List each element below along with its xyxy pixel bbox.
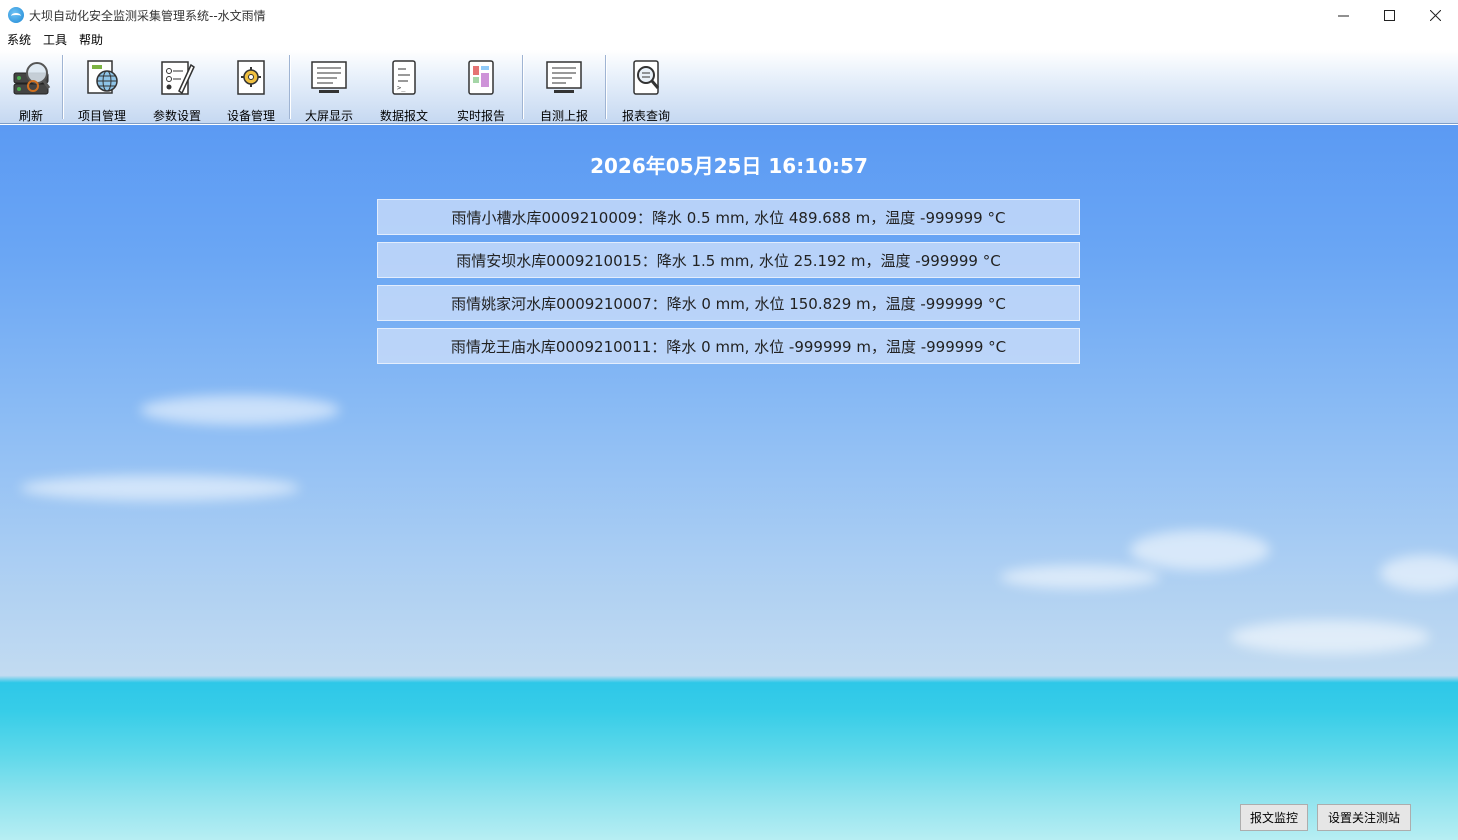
toolbar-datamsg-button[interactable]: >_ 数据报文	[368, 50, 440, 124]
svg-text:>_: >_	[397, 84, 406, 92]
toolbar-device-button[interactable]: 设备管理	[213, 50, 289, 124]
window-title: 大坝自动化安全监测采集管理系统--水文雨情	[29, 8, 266, 23]
window-controls	[1320, 0, 1458, 30]
toolbar-realtime-label: 实时报告	[456, 109, 505, 123]
monitor-icon	[307, 56, 351, 97]
title-bar: 大坝自动化安全监测采集管理系统--水文雨情	[0, 0, 1458, 30]
parameter-settings-icon	[155, 56, 199, 97]
minimize-icon	[1337, 15, 1349, 16]
maximize-button[interactable]	[1366, 0, 1412, 30]
background-cloud	[1000, 565, 1160, 589]
toolbar-query-button[interactable]: 报表查询	[606, 50, 686, 124]
close-icon	[1429, 9, 1441, 21]
search-report-icon	[624, 56, 668, 97]
toolbar-refresh-button[interactable]: 刷新	[0, 50, 62, 124]
toolbar-bigscreen-button[interactable]: 大屏显示	[290, 50, 368, 124]
main-panel: 2026年05月25日 16:10:57 雨情小槽水库0009210009：降水…	[0, 125, 1458, 840]
app-logo-icon	[8, 7, 24, 23]
message-monitor-button[interactable]: 报文监控	[1240, 804, 1308, 831]
toolbar: 刷新 项目管理 参数设置 设备管理 大屏显示 >_ 数据报文 实时报告 自测上报…	[0, 50, 1458, 124]
toolbar-query-label: 报表查询	[621, 109, 670, 123]
toolbar-bigscreen-label: 大屏显示	[304, 109, 353, 123]
station-list: 雨情小槽水库0009210009：降水 0.5 mm, 水位 489.688 m…	[377, 199, 1080, 371]
set-focus-station-button[interactable]: 设置关注测站	[1317, 804, 1411, 831]
data-document-icon: >_	[382, 56, 426, 97]
toolbar-datamsg-label: 数据报文	[379, 109, 428, 123]
menu-bar: 系统 工具 帮助	[0, 30, 1458, 50]
refresh-icon	[9, 56, 53, 97]
datetime-display: 2026年05月25日 16:10:57	[590, 154, 868, 178]
background-cloud	[1130, 530, 1270, 570]
project-globe-icon	[80, 56, 124, 97]
toolbar-project-label: 项目管理	[77, 109, 126, 123]
background-cloud	[1380, 555, 1458, 591]
minimize-button[interactable]	[1320, 0, 1366, 30]
toolbar-project-button[interactable]: 项目管理	[63, 50, 141, 124]
menu-tools[interactable]: 工具	[36, 30, 72, 50]
background-cloud	[20, 475, 300, 501]
toolbar-selftest-button[interactable]: 自测上报	[523, 50, 605, 124]
toolbar-params-label: 参数设置	[152, 109, 201, 123]
station-row: 雨情姚家河水库0009210007：降水 0 mm, 水位 150.829 m，…	[377, 285, 1080, 321]
menu-help[interactable]: 帮助	[72, 30, 108, 50]
toolbar-refresh-label: 刷新	[18, 109, 43, 123]
menu-system[interactable]: 系统	[0, 30, 36, 50]
upload-monitor-icon	[542, 56, 586, 97]
toolbar-device-label: 设备管理	[226, 109, 275, 123]
toolbar-selftest-label: 自测上报	[539, 109, 588, 123]
maximize-icon	[1383, 9, 1395, 21]
device-gear-icon	[229, 56, 273, 97]
background-cloud	[1230, 620, 1430, 654]
report-icon	[459, 56, 503, 97]
toolbar-realtime-button[interactable]: 实时报告	[440, 50, 522, 124]
station-row: 雨情小槽水库0009210009：降水 0.5 mm, 水位 489.688 m…	[377, 199, 1080, 235]
station-row: 雨情龙王庙水库0009210011：降水 0 mm, 水位 -999999 m，…	[377, 328, 1080, 364]
background-cloud	[140, 395, 340, 425]
close-button[interactable]	[1412, 0, 1458, 30]
station-row: 雨情安坝水库0009210015：降水 1.5 mm, 水位 25.192 m，…	[377, 242, 1080, 278]
toolbar-params-button[interactable]: 参数设置	[141, 50, 213, 124]
